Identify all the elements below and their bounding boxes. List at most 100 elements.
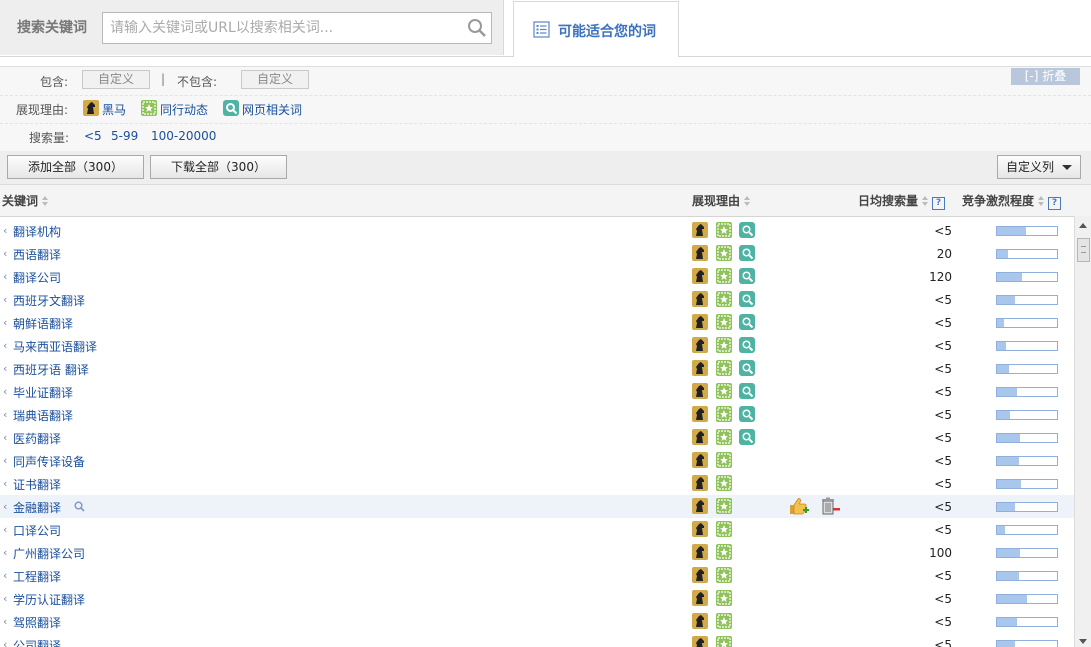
download-all-button[interactable]: 下载全部（300） <box>150 155 287 179</box>
keyword-link[interactable]: 西班牙文翻译 <box>13 292 85 309</box>
chevron-left-icon[interactable]: ‹ <box>3 523 7 536</box>
keyword-link[interactable]: 西语翻译 <box>13 246 61 263</box>
chevron-left-icon[interactable]: ‹ <box>3 385 7 398</box>
keyword-link[interactable]: 西班牙语 翻译 <box>13 361 89 378</box>
column-header-keyword[interactable]: 关键词 <box>2 192 49 209</box>
chevron-left-icon[interactable]: ‹ <box>3 293 7 306</box>
table-row[interactable]: ‹ 金融翻译 <5 <box>0 495 1074 518</box>
sort-icon[interactable] <box>41 196 49 206</box>
table-row[interactable]: ‹ 西班牙文翻译 <5 <box>0 288 1074 311</box>
chevron-left-icon[interactable]: ‹ <box>3 638 7 647</box>
thumbs-up-add-icon[interactable] <box>788 496 810 516</box>
table-row[interactable]: ‹ 医药翻译 <5 <box>0 426 1074 449</box>
chevron-left-icon[interactable]: ‹ <box>3 569 7 582</box>
competition-bar-fill <box>997 319 1004 327</box>
table-row[interactable]: ‹ 马来西亚语翻译 <5 <box>0 334 1074 357</box>
keyword-link[interactable]: 马来西亚语翻译 <box>13 338 97 355</box>
daily-search-volume: <5 <box>934 615 952 629</box>
chevron-left-icon[interactable]: ‹ <box>3 546 7 559</box>
keyword-link[interactable]: 证书翻译 <box>13 476 61 493</box>
dark-horse-icon <box>692 383 708 399</box>
vertical-scrollbar[interactable] <box>1074 216 1091 647</box>
search-box[interactable] <box>102 12 492 44</box>
delete-icon[interactable] <box>819 496 841 516</box>
chevron-left-icon[interactable]: ‹ <box>3 431 7 444</box>
sort-icon[interactable] <box>743 196 751 206</box>
dark-horse-icon <box>692 613 708 629</box>
exclude-custom-button[interactable]: 自定义 <box>241 70 309 89</box>
keyword-link[interactable]: 瑞典语翻译 <box>13 407 73 424</box>
web-related-icon <box>739 429 755 445</box>
search-label: 搜索关键词 <box>17 20 87 36</box>
chevron-left-icon[interactable]: ‹ <box>3 270 7 283</box>
keyword-link[interactable]: 广州翻译公司 <box>13 545 85 562</box>
table-row[interactable]: ‹ 西班牙语 翻译 <5 <box>0 357 1074 380</box>
custom-columns-dropdown[interactable]: 自定义列 <box>997 155 1081 179</box>
keyword-link[interactable]: 翻译公司 <box>13 269 61 286</box>
dark-horse-icon <box>692 245 708 261</box>
keyword-link[interactable]: 翻译机构 <box>13 223 61 240</box>
keyword-link[interactable]: 朝鲜语翻译 <box>13 315 73 332</box>
tab-label: 可能适合您的词 <box>558 24 656 40</box>
scroll-down-icon[interactable] <box>1079 639 1087 644</box>
column-header-competition[interactable]: 竞争激烈程度? <box>962 192 1062 210</box>
table-row[interactable]: ‹ 瑞典语翻译 <5 <box>0 403 1074 426</box>
column-header-daily-volume[interactable]: 日均搜索量? <box>858 192 946 210</box>
chevron-left-icon[interactable]: ‹ <box>3 316 7 329</box>
table-row[interactable]: ‹ 西语翻译 20 <box>0 242 1074 265</box>
keyword-link[interactable]: 驾照翻译 <box>13 614 61 631</box>
keyword-link[interactable]: 口译公司 <box>13 522 61 539</box>
chevron-left-icon[interactable]: ‹ <box>3 224 7 237</box>
search-icon[interactable] <box>74 501 85 512</box>
chevron-left-icon[interactable]: ‹ <box>3 592 7 605</box>
column-header-reason[interactable]: 展现理由 <box>692 192 751 209</box>
keyword-link[interactable]: 工程翻译 <box>13 568 61 585</box>
help-icon[interactable]: ? <box>1048 197 1062 210</box>
help-icon[interactable]: ? <box>932 197 946 210</box>
table-row[interactable]: ‹ 朝鲜语翻译 <5 <box>0 311 1074 334</box>
keyword-link[interactable]: 医药翻译 <box>13 430 61 447</box>
tab-suggested-words[interactable]: 可能适合您的词 <box>513 1 679 57</box>
chevron-left-icon[interactable]: ‹ <box>3 454 7 467</box>
table-row[interactable]: ‹ 驾照翻译 <5 <box>0 610 1074 633</box>
sort-icon[interactable] <box>1037 196 1045 206</box>
chevron-left-icon[interactable]: ‹ <box>3 362 7 375</box>
chevron-left-icon[interactable]: ‹ <box>3 339 7 352</box>
chevron-left-icon[interactable]: ‹ <box>3 247 7 260</box>
table-row[interactable]: ‹ 证书翻译 <5 <box>0 472 1074 495</box>
keyword-link[interactable]: 学历认证翻译 <box>13 591 85 608</box>
column-header-label: 展现理由 <box>692 194 741 208</box>
chevron-left-icon[interactable]: ‹ <box>3 477 7 490</box>
chevron-left-icon[interactable]: ‹ <box>3 408 7 421</box>
peer-activity-icon <box>716 337 732 353</box>
table-row[interactable]: ‹ 翻译机构 <5 <box>0 219 1074 242</box>
keyword-link[interactable]: 公司翻译 <box>13 637 61 647</box>
competition-bar-fill <box>997 296 1015 304</box>
volume-filter-5-99[interactable]: 5-99 <box>111 129 138 143</box>
table-row[interactable]: ‹ 学历认证翻译 <5 <box>0 587 1074 610</box>
table-row[interactable]: ‹ 同声传译设备 <5 <box>0 449 1074 472</box>
keyword-link[interactable]: 毕业证翻译 <box>13 384 73 401</box>
table-row[interactable]: ‹ 公司翻译 <5 <box>0 633 1074 647</box>
volume-filter-lt5[interactable]: <5 <box>84 129 102 143</box>
search-icon[interactable] <box>467 18 487 38</box>
add-all-button[interactable]: 添加全部（300） <box>7 155 144 179</box>
table-row[interactable]: ‹ 广州翻译公司 100 <box>0 541 1074 564</box>
keyword-link[interactable]: 同声传译设备 <box>13 453 85 470</box>
table-row[interactable]: ‹ 翻译公司 120 <box>0 265 1074 288</box>
table-row[interactable]: ‹ 毕业证翻译 <5 <box>0 380 1074 403</box>
table-row[interactable]: ‹ 口译公司 <5 <box>0 518 1074 541</box>
table-row[interactable]: ‹ 工程翻译 <5 <box>0 564 1074 587</box>
competition-bar <box>996 525 1058 535</box>
collapse-button[interactable]: [-] 折叠 <box>1011 68 1080 85</box>
peer-activity-icon <box>716 314 732 330</box>
search-input[interactable] <box>108 16 462 40</box>
chevron-left-icon[interactable]: ‹ <box>3 615 7 628</box>
include-custom-button[interactable]: 自定义 <box>82 70 150 89</box>
scrollbar-thumb[interactable] <box>1077 238 1090 262</box>
chevron-left-icon[interactable]: ‹ <box>3 500 7 513</box>
sort-icon[interactable] <box>921 196 929 206</box>
volume-filter-100-20000[interactable]: 100-20000 <box>151 129 216 143</box>
keyword-link[interactable]: 金融翻译 <box>13 499 61 516</box>
scroll-up-icon[interactable] <box>1079 223 1087 228</box>
